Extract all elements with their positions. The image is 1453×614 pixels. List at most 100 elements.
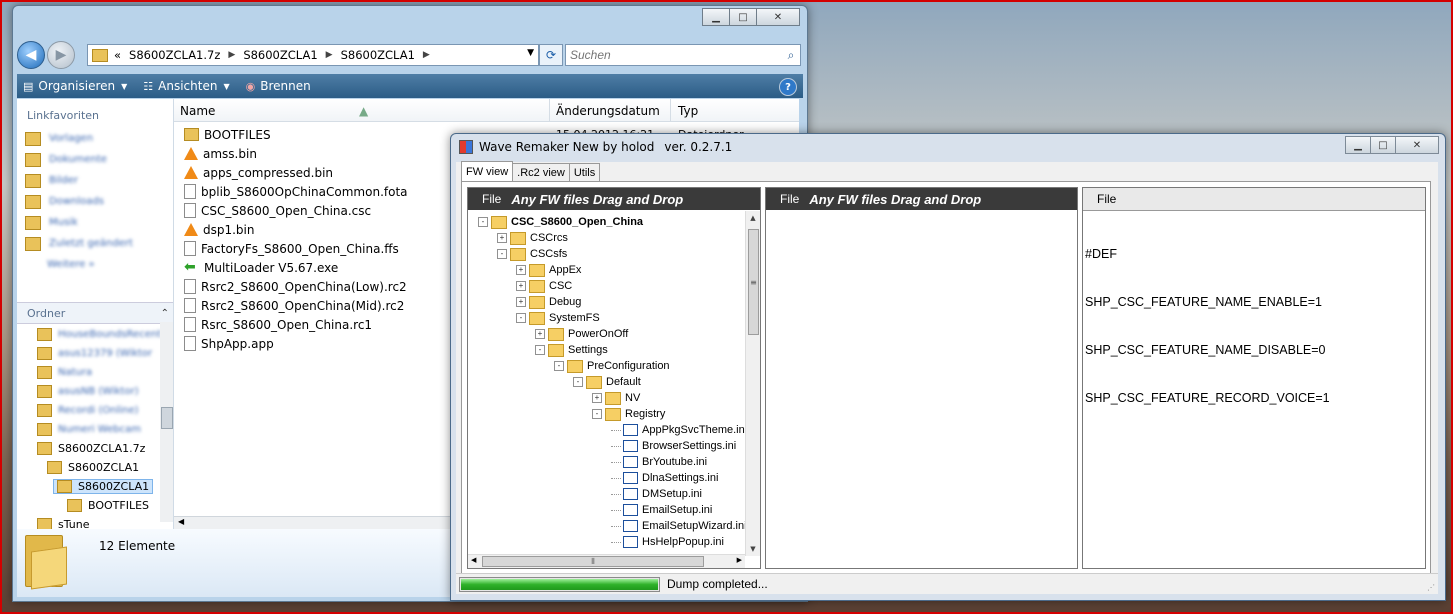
tree-item[interactable]: HouseBoundsRecent [17, 325, 161, 344]
address-bar[interactable]: « S8600ZCLA1.7z ▶ S8600ZCLA1 ▶ S8600ZCLA… [87, 44, 539, 66]
scroll-right-icon[interactable]: ▶ [737, 556, 742, 564]
chevron-up-icon[interactable]: ⌃ [161, 308, 169, 319]
tree-folder-item[interactable]: - PreConfiguration [472, 358, 747, 374]
maximize-button[interactable]: □ [1370, 136, 1396, 154]
minimize-button[interactable]: ▁ [1345, 136, 1371, 154]
tree-vscrollbar[interactable]: ▲ ≡ ▼ [745, 211, 760, 556]
chevron-right-icon[interactable]: ▶ [228, 50, 235, 60]
tree-item[interactable]: S8600ZCLA1.7z [17, 439, 157, 458]
tree-file-item[interactable]: BrYoutube.ini [472, 454, 747, 470]
favorite-item[interactable]: Dokumente [17, 149, 173, 170]
views-menu[interactable]: ☷ Ansichten ▼ [143, 79, 229, 93]
favorite-item[interactable]: Bilder [17, 170, 173, 191]
tree-folder-item[interactable]: + CSC [472, 278, 747, 294]
chevron-right-icon[interactable]: ▶ [423, 50, 430, 60]
file-menu[interactable]: File [766, 192, 809, 206]
minimize-button[interactable]: ▁ [702, 8, 730, 26]
tree-item[interactable]: asus12379 (Wiktor [17, 344, 157, 363]
file-row[interactable]: CSC_S8600_Open_China.csc [184, 201, 408, 220]
tree-item[interactable]: S8600ZCLA1 [17, 458, 157, 477]
tab-rc2-view[interactable]: .Rc2 view [512, 163, 570, 181]
breadcrumb-item[interactable]: S8600ZCLA1 [341, 48, 415, 62]
folders-bar[interactable]: Ordner ⌃ [17, 302, 173, 324]
folder-tree-scrollbar[interactable] [160, 322, 173, 522]
column-header-name[interactable]: Name [180, 104, 215, 118]
tree-folder-item[interactable]: - SystemFS [472, 310, 747, 326]
chevron-down-icon[interactable]: ▼ [527, 48, 534, 58]
file-menu[interactable]: File [468, 192, 511, 206]
tab-utils[interactable]: Utils [568, 163, 601, 181]
search-icon[interactable]: ⌕ [782, 48, 800, 63]
collapse-icon[interactable]: - [478, 217, 488, 227]
file-row[interactable]: Rsrc_S8600_Open_China.rc1 [184, 315, 408, 334]
scrollbar-thumb[interactable]: ⦀ [482, 556, 704, 567]
tree-item[interactable]: Numeri Webcam [17, 420, 157, 439]
tree-item-selected[interactable]: S8600ZCLA1 [17, 477, 157, 496]
forward-button[interactable]: ▶ [47, 41, 75, 69]
expand-icon[interactable]: + [497, 233, 507, 243]
scrollbar-thumb[interactable] [161, 407, 173, 429]
tree-file-item[interactable]: BrowserSettings.ini [472, 438, 747, 454]
tree-item[interactable]: Recordi (Online) [17, 401, 157, 420]
tree-hscrollbar[interactable]: ◀ ⦀ ▶ [468, 554, 745, 568]
collapse-icon[interactable]: - [535, 345, 545, 355]
organize-menu[interactable]: ▤ Organisieren ▼ [23, 79, 127, 93]
file-list-hscrollbar[interactable]: ◀ [174, 516, 454, 529]
refresh-button[interactable]: ⟳ [539, 44, 563, 66]
file-row[interactable]: dsp1.bin [184, 220, 408, 239]
breadcrumb-overflow[interactable]: « [114, 48, 121, 62]
maximize-button[interactable]: □ [729, 8, 757, 26]
collapse-icon[interactable]: - [554, 361, 564, 371]
csc-textarea[interactable]: #DEF SHP_CSC_FEATURE_NAME_ENABLE=1 SHP_C… [1085, 214, 1330, 438]
file-row[interactable]: FactoryFs_S8600_Open_China.ffs [184, 239, 408, 258]
file-row[interactable]: amss.bin [184, 144, 408, 163]
file-row[interactable]: bplib_S8600OpChinaCommon.fota [184, 182, 408, 201]
resize-grip-icon[interactable]: ⋰ [1427, 583, 1435, 592]
expand-icon[interactable]: + [516, 281, 526, 291]
collapse-icon[interactable]: - [516, 313, 526, 323]
column-header-type[interactable]: Typ [678, 104, 698, 118]
favorite-item[interactable]: Zuletzt geändert [17, 233, 173, 254]
close-button[interactable]: ✕ [756, 8, 800, 26]
tree-folder-item[interactable]: + Debug [472, 294, 747, 310]
tree-folder-item[interactable]: - Registry [472, 406, 747, 422]
tree-folder-item[interactable]: - CSC_S8600_Open_China [472, 214, 747, 230]
file-row[interactable]: ⬅ MultiLoader V5.67.exe [184, 258, 408, 277]
tree-file-item[interactable]: EmailSetup.ini [472, 502, 747, 518]
tree-file-item[interactable]: DlnaSettings.ini [472, 470, 747, 486]
collapse-icon[interactable]: - [592, 409, 602, 419]
file-menu[interactable]: File [1083, 192, 1126, 206]
expand-icon[interactable]: + [592, 393, 602, 403]
tree-folder-item[interactable]: + CSCrcs [472, 230, 747, 246]
scrollbar-thumb[interactable]: ≡ [748, 229, 759, 335]
tree-folder-item[interactable]: - Settings [472, 342, 747, 358]
favorite-item[interactable]: Musik [17, 212, 173, 233]
tree-file-item[interactable]: HsHelpPopup.ini [472, 534, 747, 550]
chevron-right-icon[interactable]: ▶ [326, 50, 333, 60]
expand-icon[interactable]: + [516, 265, 526, 275]
collapse-icon[interactable]: - [497, 249, 507, 259]
file-row[interactable]: BOOTFILES [184, 125, 408, 144]
tree-item[interactable]: BOOTFILES [17, 496, 157, 515]
close-button[interactable]: ✕ [1395, 136, 1439, 154]
file-row[interactable]: apps_compressed.bin [184, 163, 408, 182]
scroll-left-icon[interactable]: ◀ [178, 517, 184, 526]
tree-item[interactable]: sTune [17, 515, 157, 529]
file-row[interactable]: Rsrc2_S8600_OpenChina(Mid).rc2 [184, 296, 408, 315]
favorite-item[interactable]: Vorlagen [17, 128, 173, 149]
breadcrumb-item[interactable]: S8600ZCLA1.7z [129, 48, 220, 62]
file-row[interactable]: ShpApp.app [184, 334, 408, 353]
favorite-item[interactable]: Downloads [17, 191, 173, 212]
fw-panel-middle[interactable]: File Any FW files Drag and Drop [765, 187, 1078, 569]
tree-file-item[interactable]: DMSetup.ini [472, 486, 747, 502]
file-row[interactable]: Rsrc2_S8600_OpenChina(Low).rc2 [184, 277, 408, 296]
collapse-icon[interactable]: - [573, 377, 583, 387]
help-icon[interactable]: ? [779, 78, 797, 96]
tree-file-item[interactable]: EmailSetupWizard.ini [472, 518, 747, 534]
tree-folder-item[interactable]: - Default [472, 374, 747, 390]
tree-folder-item[interactable]: - CSCsfs [472, 246, 747, 262]
search-input[interactable] [566, 47, 782, 63]
breadcrumb-item[interactable]: S8600ZCLA1 [243, 48, 317, 62]
scroll-left-icon[interactable]: ◀ [471, 556, 476, 564]
tree-item[interactable]: asusNB (Wiktor) [17, 382, 157, 401]
